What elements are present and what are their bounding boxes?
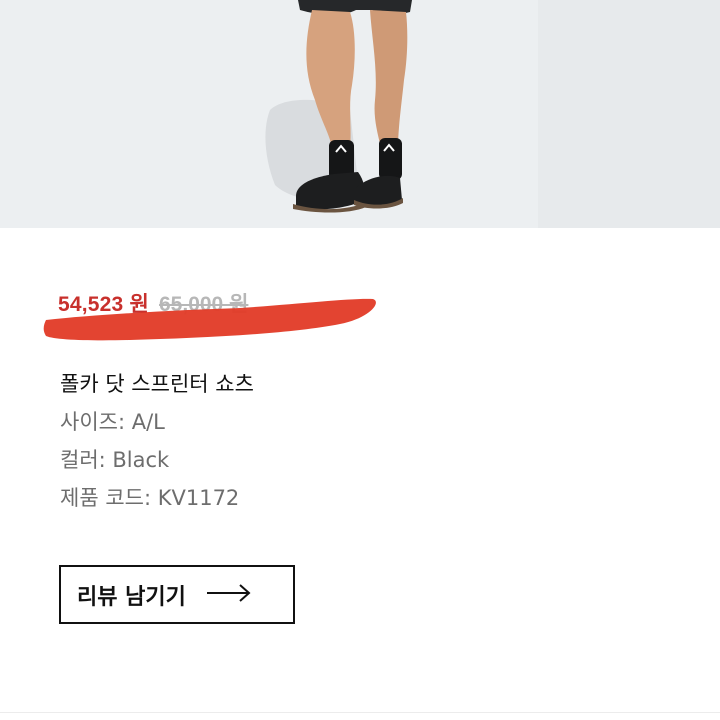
product-photo xyxy=(0,0,720,228)
product-name: 폴카 닷 스프린터 쇼츠 xyxy=(60,372,254,396)
leave-review-label: 리뷰 남기기 xyxy=(77,584,186,610)
red-scribble-mark xyxy=(43,298,376,341)
product-size: 사이즈: A/L xyxy=(60,410,165,434)
divider xyxy=(0,712,720,713)
leave-review-button[interactable]: 리뷰 남기기 xyxy=(59,565,295,624)
product-code: 제품 코드: KV1172 xyxy=(60,486,240,510)
product-color: 컬러: Black xyxy=(60,448,170,472)
arrow-right-icon xyxy=(206,583,252,607)
